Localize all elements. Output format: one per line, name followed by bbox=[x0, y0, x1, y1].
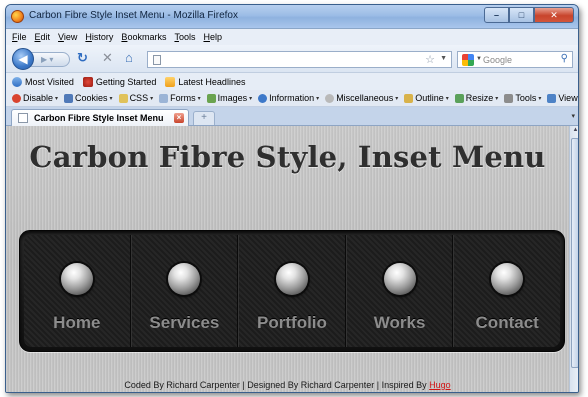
dev-css[interactable]: CSS ▾ bbox=[118, 93, 153, 103]
menu-item-label: Portfolio bbox=[257, 313, 327, 332]
menu-view[interactable]: View bbox=[58, 32, 77, 42]
menu-tools[interactable]: Tools bbox=[174, 32, 195, 42]
tab-close-icon[interactable]: × bbox=[174, 113, 184, 123]
menu-item-label: Works bbox=[373, 313, 426, 332]
view-source-icon bbox=[547, 93, 557, 103]
page-content: Carbon Fibre Style, Inset Menu Home Serv… bbox=[6, 126, 569, 392]
information-icon bbox=[258, 93, 268, 103]
miscellaneous-icon bbox=[325, 93, 335, 103]
scroll-up-icon[interactable]: ▲ bbox=[571, 127, 578, 136]
maximize-button[interactable]: □ bbox=[509, 7, 534, 23]
tab-title: Carbon Fibre Style Inset Menu bbox=[34, 113, 164, 123]
page-footer: Coded By Richard Carpenter | Designed By… bbox=[6, 380, 569, 390]
stop-icon[interactable]: ✕ bbox=[102, 51, 113, 65]
title-bar: Carbon Fibre Style Inset Menu - Mozilla … bbox=[6, 5, 578, 29]
window-title: Carbon Fibre Style Inset Menu - Mozilla … bbox=[29, 10, 238, 21]
url-dropdown-icon[interactable]: ▼ bbox=[440, 55, 447, 62]
google-icon[interactable] bbox=[462, 54, 474, 66]
outline-icon bbox=[404, 93, 414, 103]
navigation-toolbar: ▶ ▾ ◀ ↻ ✕ ⌂ ☆ ▼ ▼ Google ⚲ bbox=[6, 45, 578, 73]
address-bar[interactable]: ☆ ▼ bbox=[147, 51, 452, 68]
close-button[interactable]: ✕ bbox=[534, 7, 574, 23]
search-input[interactable]: ▼ Google ⚲ bbox=[457, 51, 573, 68]
page-title: Carbon Fibre Style, Inset Menu bbox=[29, 140, 546, 174]
menu-file[interactable]: File bbox=[12, 32, 27, 42]
scrollbar-thumb[interactable] bbox=[571, 138, 578, 368]
menu-bar: File Edit View History Bookmarks Tools H… bbox=[6, 29, 578, 45]
images-icon bbox=[206, 93, 216, 103]
search-icon[interactable]: ⚲ bbox=[561, 53, 568, 64]
engine-dropdown-icon[interactable]: ▼ bbox=[476, 56, 482, 62]
tools-icon bbox=[504, 93, 514, 103]
menu-item-label: Contact bbox=[475, 313, 539, 332]
getting-started-icon bbox=[82, 76, 93, 87]
menu-item-contact[interactable]: Contact bbox=[453, 235, 560, 347]
dev-tools[interactable]: Tools ▾ bbox=[504, 93, 541, 103]
page-icon bbox=[153, 55, 161, 65]
dev-cookies[interactable]: Cookies ▾ bbox=[64, 93, 113, 103]
inset-menu: Home Services Portfolio Works Contact bbox=[19, 230, 565, 352]
most-visited-icon bbox=[12, 76, 22, 87]
cookies-icon bbox=[64, 93, 74, 103]
menu-item-services[interactable]: Services bbox=[130, 235, 239, 347]
orb-icon bbox=[383, 263, 416, 295]
tab-page-icon bbox=[18, 113, 28, 123]
minimize-button[interactable]: – bbox=[484, 7, 509, 23]
window-controls: – □ ✕ bbox=[484, 7, 574, 23]
menu-item-label: Services bbox=[149, 313, 220, 332]
bookmark-star-icon[interactable]: ☆ bbox=[425, 53, 435, 66]
home-icon[interactable]: ⌂ bbox=[125, 51, 133, 65]
bookmarks-toolbar: Most Visited Getting Started Latest Head… bbox=[6, 73, 578, 90]
menu-edit[interactable]: Edit bbox=[35, 32, 51, 42]
back-button[interactable]: ◀ bbox=[12, 48, 34, 70]
bookmark-most-visited[interactable]: Most Visited bbox=[12, 76, 74, 87]
dev-information[interactable]: Information ▾ bbox=[258, 93, 319, 103]
dev-view-source[interactable]: View Source bbox=[547, 93, 578, 103]
tab-strip: Carbon Fibre Style Inset Menu × + ▾ bbox=[6, 107, 578, 126]
disable-icon bbox=[12, 93, 21, 103]
dev-outline[interactable]: Outline ▾ bbox=[404, 93, 449, 103]
firefox-icon bbox=[11, 10, 24, 23]
menu-item-portfolio[interactable]: Portfolio bbox=[238, 235, 346, 347]
menu-item-label: Home bbox=[53, 313, 101, 332]
footer-text: Coded By Richard Carpenter | Designed By… bbox=[124, 380, 430, 390]
orb-icon bbox=[168, 263, 201, 295]
menu-item-works[interactable]: Works bbox=[345, 235, 454, 347]
search-placeholder: Google bbox=[483, 55, 513, 65]
bookmark-getting-started[interactable]: Getting Started bbox=[82, 76, 156, 87]
tab-active[interactable]: Carbon Fibre Style Inset Menu × bbox=[11, 109, 189, 126]
orb-icon bbox=[60, 263, 93, 295]
rss-icon bbox=[165, 76, 176, 87]
dev-forms[interactable]: Forms ▾ bbox=[159, 93, 201, 103]
menu-bookmarks[interactable]: Bookmarks bbox=[121, 32, 166, 42]
tab-list-icon[interactable]: ▾ bbox=[571, 112, 575, 120]
menu-item-home[interactable]: Home bbox=[24, 235, 131, 347]
orb-icon bbox=[275, 263, 308, 295]
menu-help[interactable]: Help bbox=[203, 32, 222, 42]
forms-icon bbox=[159, 93, 169, 103]
css-icon bbox=[118, 93, 128, 103]
reload-icon[interactable]: ↻ bbox=[77, 51, 88, 65]
browser-window: Carbon Fibre Style Inset Menu - Mozilla … bbox=[5, 4, 579, 393]
dev-images[interactable]: Images ▾ bbox=[206, 93, 252, 103]
footer-link-hugo[interactable]: Hugo bbox=[429, 380, 451, 390]
forward-button[interactable]: ▶ ▾ bbox=[30, 52, 70, 67]
dev-miscellaneous[interactable]: Miscellaneous ▾ bbox=[325, 93, 398, 103]
resize-icon bbox=[454, 93, 464, 103]
dev-resize[interactable]: Resize ▾ bbox=[454, 93, 498, 103]
bookmark-latest-headlines[interactable]: Latest Headlines bbox=[165, 76, 245, 87]
dev-disable[interactable]: Disable ▾ bbox=[12, 93, 58, 103]
menu-history[interactable]: History bbox=[85, 32, 113, 42]
orb-icon bbox=[491, 263, 524, 295]
vertical-scrollbar[interactable]: ▲ bbox=[569, 126, 578, 392]
new-tab-button[interactable]: + bbox=[193, 111, 215, 125]
web-developer-toolbar: Disable ▾ Cookies ▾ CSS ▾ Forms ▾ Images ▾ In… bbox=[6, 90, 578, 107]
